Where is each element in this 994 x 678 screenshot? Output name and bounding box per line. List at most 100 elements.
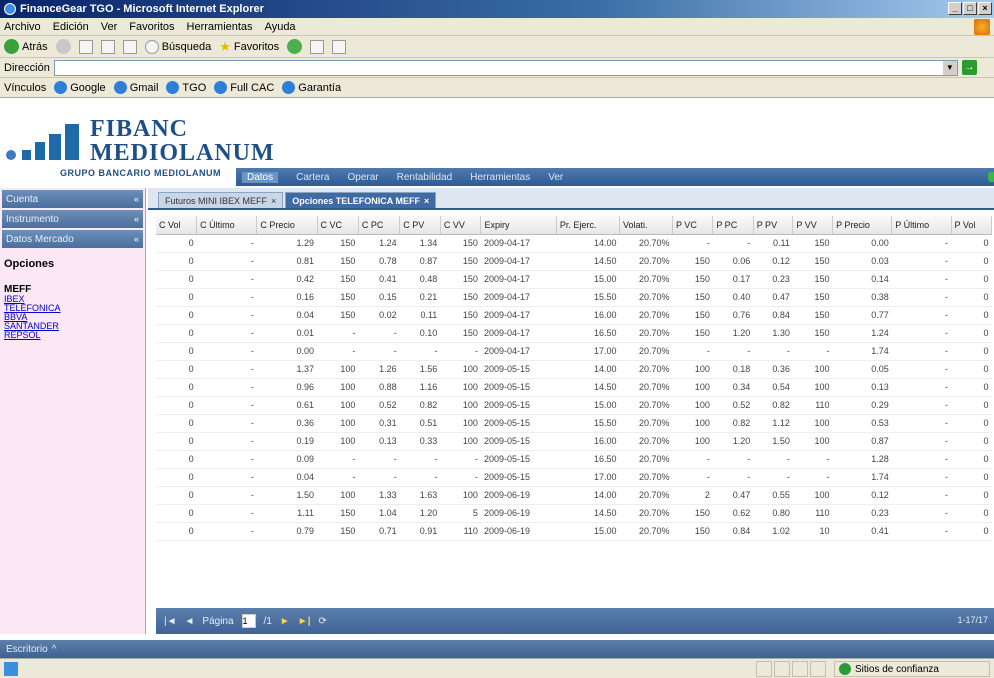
maximize-button[interactable]: □ <box>963 2 977 15</box>
table-cell: - <box>891 270 952 289</box>
close-button[interactable]: × <box>978 2 992 15</box>
column-header[interactable]: P VC <box>672 216 714 235</box>
nav-cartera[interactable]: Cartera <box>296 172 329 183</box>
table-cell: 1.16 <box>399 378 441 397</box>
refresh-icon[interactable]: ⟳ <box>319 616 327 627</box>
column-header[interactable]: C Último <box>196 216 258 235</box>
column-header[interactable]: C PC <box>358 216 401 235</box>
table-cell: 110 <box>792 396 833 415</box>
table-row[interactable]: 0-0.81 150 0.78 0.87 150 2009-04-17 14.50 20.70… <box>156 252 992 271</box>
window-controls: _ □ × <box>948 2 992 15</box>
table-row[interactable]: 0-0.19 100 0.13 0.33 100 2009-05-15 16.00 20.70… <box>156 432 992 451</box>
table-cell: - <box>196 486 257 505</box>
refresh-icon[interactable] <box>100 39 115 54</box>
table-row[interactable]: 0-0.96 100 0.88 1.16 100 2009-05-15 14.50 20.70… <box>156 378 992 397</box>
menu-herramientas[interactable]: Herramientas <box>187 21 253 33</box>
sidebar-link-repsol[interactable]: REPSOL <box>4 331 145 340</box>
link-gmail[interactable]: Gmail <box>113 81 158 94</box>
forward-button[interactable] <box>55 39 71 54</box>
table-cell: - <box>792 450 833 469</box>
menu-archivo[interactable]: Archivo <box>4 21 41 33</box>
column-header[interactable]: Pr. Ejerc. <box>556 216 621 235</box>
table-row[interactable]: 0-1.50 100 1.33 1.63 100 2009-06-19 14.00 20.70… <box>156 486 992 505</box>
back-button[interactable]: Atrás <box>4 39 48 54</box>
go-button[interactable]: → <box>961 60 977 75</box>
column-header[interactable]: C PV <box>399 216 441 235</box>
tab-futuros-mini-ibex[interactable]: Futuros MINI IBEX MEFF × <box>158 192 284 208</box>
menu-favoritos[interactable]: Favoritos <box>129 21 174 33</box>
table-cell: - <box>196 468 257 487</box>
table-cell: 0 <box>951 432 992 451</box>
link-google[interactable]: Google <box>54 81 106 94</box>
column-header[interactable]: C Precio <box>256 216 318 235</box>
link-full-cac[interactable]: Full CAC <box>214 81 274 94</box>
column-header[interactable]: P Último <box>891 216 952 235</box>
nav-ver[interactable]: Ver <box>548 172 563 183</box>
menu-ver[interactable]: Ver <box>101 21 118 33</box>
nav-rentabilidad[interactable]: Rentabilidad <box>397 172 453 183</box>
table-row[interactable]: 0-0.04- - - -2009-05-15 17.00 20.70% - - - -1.74-… <box>156 468 992 487</box>
table-row[interactable]: 0-1.29 150 1.24 1.34 150 2009-04-17 14.00 20.70… <box>156 234 992 253</box>
sidebar-button-cuenta[interactable]: Cuenta « <box>2 190 143 208</box>
sidebar-button-instrumento[interactable]: Instrumento « <box>2 210 143 228</box>
table-row[interactable]: 0-0.79 150 0.71 0.91 110 2009-06-19 15.00 20.70… <box>156 522 992 541</box>
table-row[interactable]: 0-0.00- - - -2009-04-17 17.00 20.70% - - - -1.74-… <box>156 342 992 361</box>
table-cell: 0.51 <box>399 414 441 433</box>
address-label: Dirección <box>4 61 50 74</box>
table-row[interactable]: 0-0.36 100 0.31 0.51 100 2009-05-15 15.50 20.70… <box>156 414 992 433</box>
logo-bar-1 <box>22 150 31 160</box>
table-row[interactable]: 0-0.61 100 0.52 0.82 100 2009-05-15 15.00 20.70… <box>156 396 992 415</box>
close-tab-icon[interactable]: × <box>271 196 276 206</box>
close-tab-icon[interactable]: × <box>424 196 429 206</box>
page-input[interactable] <box>241 614 256 628</box>
bottom-bar[interactable]: Escritorio ^ <box>0 640 994 658</box>
link-garantia[interactable]: Garantía <box>282 81 341 94</box>
column-header[interactable]: P PC <box>712 216 754 235</box>
nav-datos[interactable]: Datos <box>242 171 279 183</box>
search-button[interactable]: Búsqueda <box>144 39 211 54</box>
column-header[interactable]: Volati. <box>619 216 673 235</box>
table-cell: 1.63 <box>399 486 441 505</box>
table-row[interactable]: 0-0.04 150 0.02 0.11 150 2009-04-17 16.00 20.70… <box>156 306 992 325</box>
media-icon[interactable] <box>287 39 303 54</box>
column-header[interactable]: P Precio <box>832 216 893 235</box>
table-cell: 0.00 <box>832 234 892 253</box>
table-row[interactable]: 0-0.16 150 0.15 0.21 150 2009-04-17 15.50 20.70… <box>156 288 992 307</box>
table-row[interactable]: 0-0.01- -0.10 150 2009-04-17 16.50 20.70% 150 1… <box>156 324 992 343</box>
home-icon[interactable] <box>122 39 137 54</box>
menu-edicion[interactable]: Edición <box>53 21 89 33</box>
prev-page-icon[interactable]: ◄ <box>185 616 195 627</box>
last-page-icon[interactable]: ►| <box>298 616 311 627</box>
minimize-button[interactable]: _ <box>948 2 962 15</box>
sidebar-button-datos-mercado[interactable]: Datos Mercado « <box>2 230 143 248</box>
table-row[interactable]: 0-1.11 150 1.04 1.20 5 2009-06-19 14.50 20.70% 1… <box>156 504 992 523</box>
table-cell: 15.00 <box>556 396 620 415</box>
table-cell: 2009-05-15 <box>480 414 557 433</box>
table-row[interactable]: 0-0.09- - - -2009-05-15 16.50 20.70% - - - -1.28-… <box>156 450 992 469</box>
next-page-icon[interactable]: ► <box>280 616 290 627</box>
address-dropdown-icon[interactable]: ▼ <box>942 60 957 75</box>
column-header[interactable]: P VV <box>792 216 834 235</box>
nav-operar[interactable]: Operar <box>347 172 378 183</box>
first-page-icon[interactable]: |◄ <box>164 616 177 627</box>
tab-opciones-telefonica[interactable]: Opciones TELEFONICA MEFF × <box>285 192 437 208</box>
stop-icon[interactable] <box>78 39 93 54</box>
column-header[interactable]: C VV <box>440 216 482 235</box>
print-icon[interactable] <box>332 39 347 54</box>
table-row[interactable]: 0-1.37 100 1.26 1.56 100 2009-05-15 14.00 20.70… <box>156 360 992 379</box>
security-zone[interactable]: Sitios de confianza <box>834 661 990 677</box>
favorites-button[interactable]: ★ Favoritos <box>219 39 279 55</box>
mail-icon[interactable] <box>310 39 325 54</box>
table-cell: 0.84 <box>712 522 754 541</box>
sidebar: Cuenta « Instrumento « Datos Mercado « Opci… <box>0 188 146 634</box>
column-header[interactable]: C Vol <box>156 216 198 235</box>
column-header[interactable]: P Vol <box>951 216 993 235</box>
column-header[interactable]: Expiry <box>480 216 557 235</box>
link-tgo[interactable]: TGO <box>166 81 206 94</box>
address-input[interactable]: ▼ <box>53 59 958 76</box>
table-row[interactable]: 0-0.42 150 0.41 0.48 150 2009-04-17 15.00 20.70… <box>156 270 992 289</box>
column-header[interactable]: C VC <box>317 216 359 235</box>
menu-ayuda[interactable]: Ayuda <box>265 21 296 33</box>
nav-herramientas[interactable]: Herramientas <box>470 172 530 183</box>
column-header[interactable]: P PV <box>753 216 794 235</box>
